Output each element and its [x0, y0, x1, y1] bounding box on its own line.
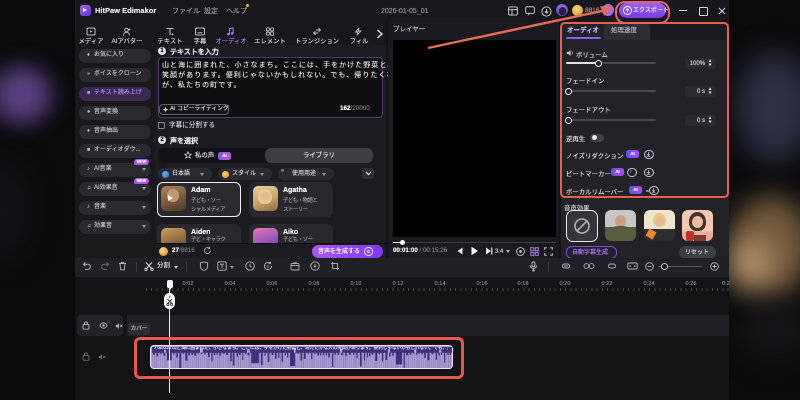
svg-text:9: 9: [267, 264, 270, 269]
